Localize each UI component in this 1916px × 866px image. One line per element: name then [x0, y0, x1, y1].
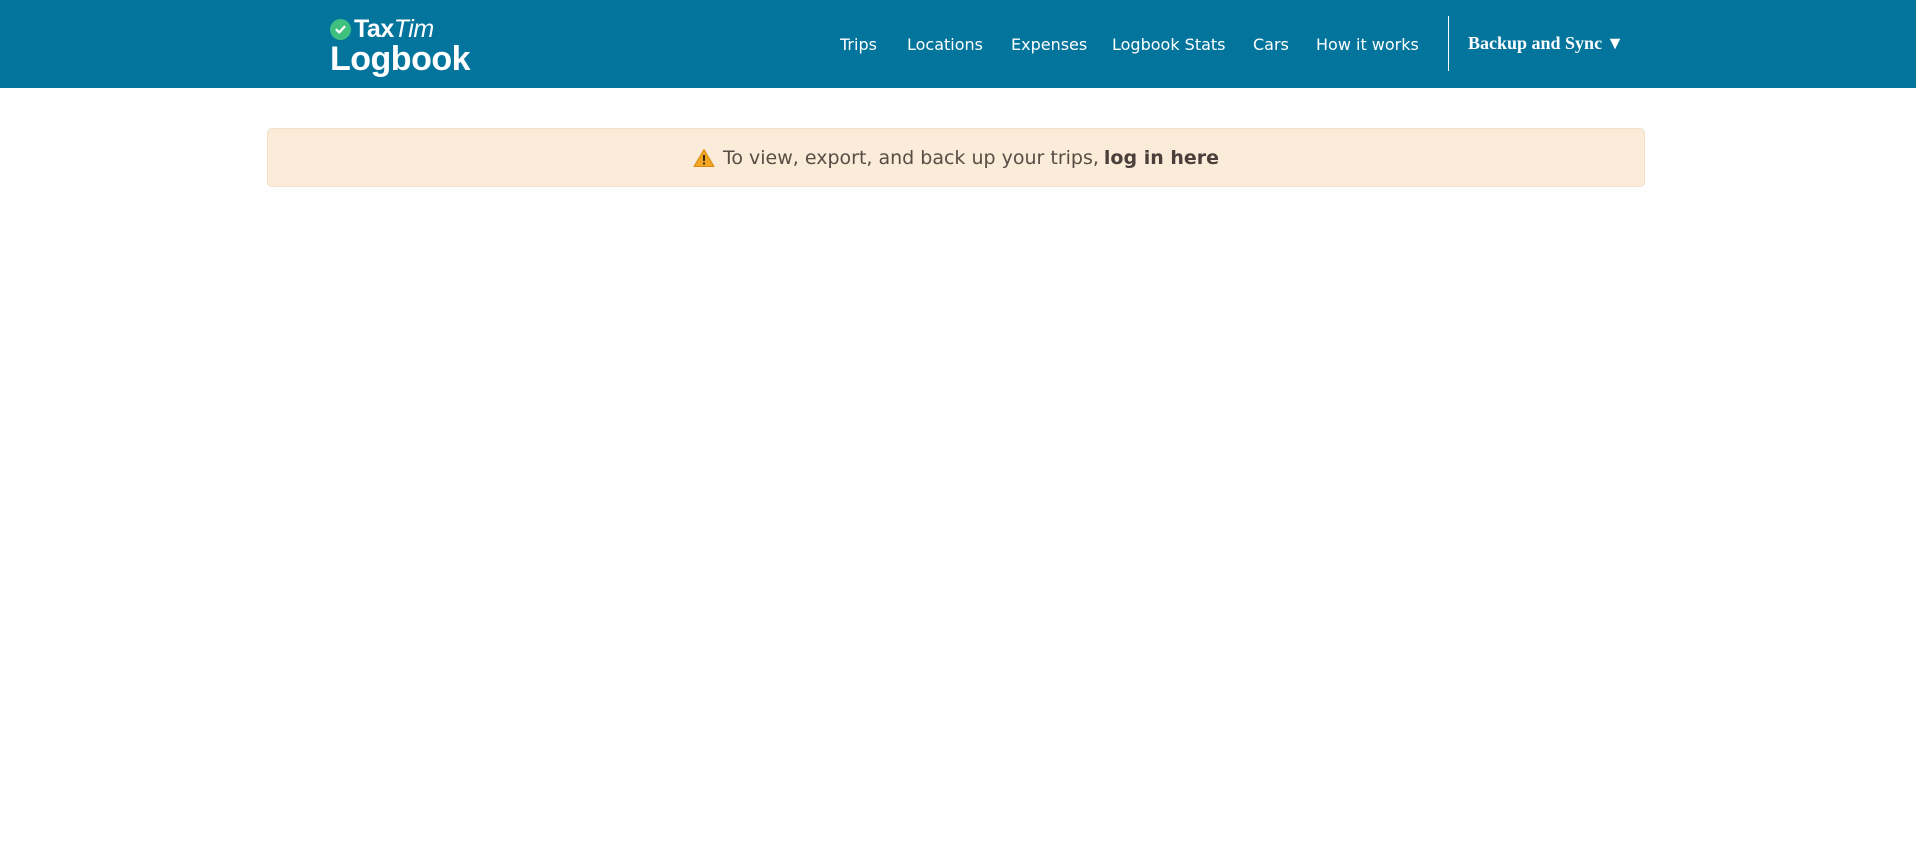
nav-how-it-works[interactable]: How it works	[1316, 35, 1419, 54]
warning-icon	[693, 148, 715, 168]
top-header: TaxTim Logbook Trips Locations Expenses …	[0, 0, 1916, 88]
alert-text: To view, export, and back up your trips,	[722, 146, 1099, 169]
nav-cars[interactable]: Cars	[1253, 35, 1289, 54]
caret-down-icon: ▼	[1606, 33, 1624, 53]
backup-and-sync-label: Backup and Sync	[1468, 33, 1603, 53]
nav-expenses[interactable]: Expenses	[1011, 35, 1087, 54]
nav-logbook-stats[interactable]: Logbook Stats	[1112, 35, 1226, 54]
main-nav: Trips Locations Expenses Logbook Stats C…	[0, 0, 1916, 88]
login-link[interactable]: log in here	[1104, 147, 1219, 169]
nav-divider	[1448, 16, 1449, 71]
nav-trips[interactable]: Trips	[840, 35, 877, 54]
backup-and-sync-dropdown[interactable]: Backup and Sync ▼	[1468, 33, 1624, 54]
nav-locations[interactable]: Locations	[907, 35, 983, 54]
login-alert: To view, export, and back up your trips,…	[267, 128, 1645, 187]
